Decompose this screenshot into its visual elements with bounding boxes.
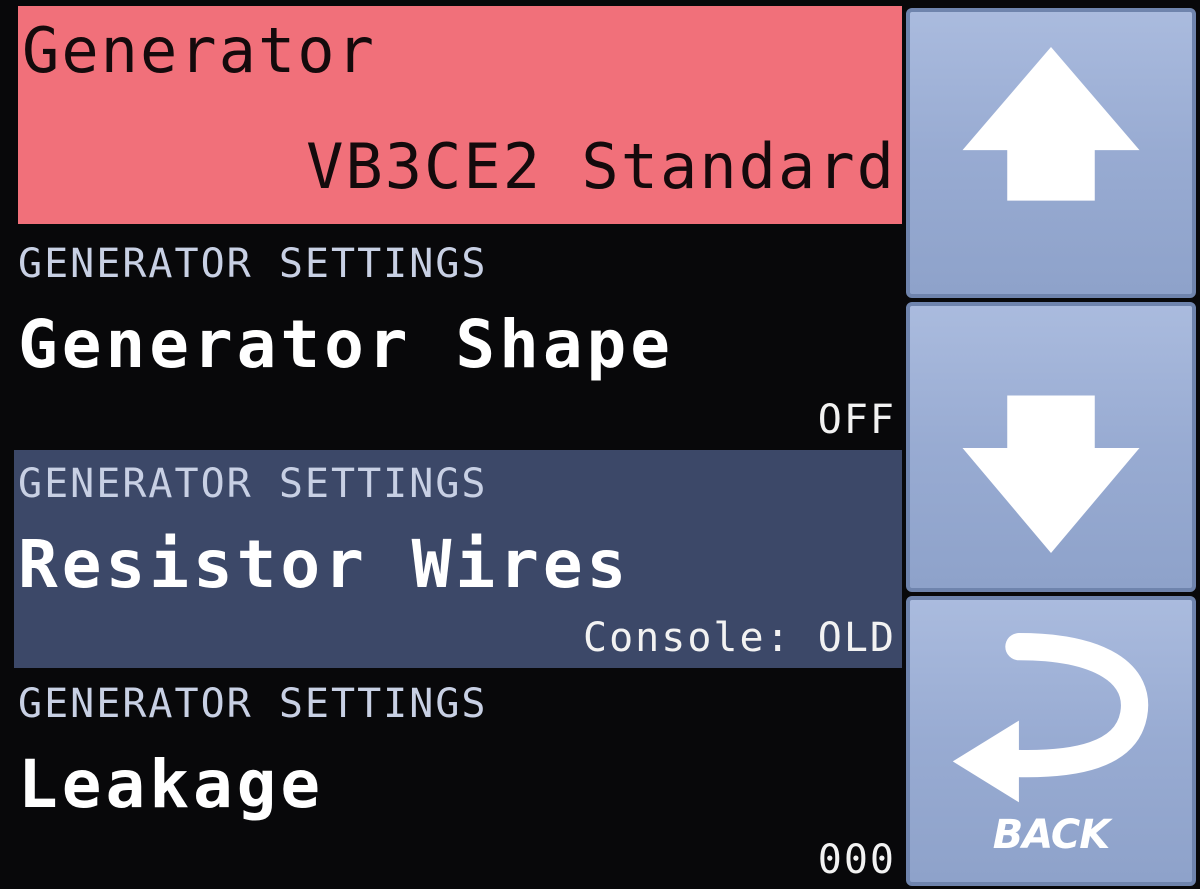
setting-value: OFF bbox=[817, 397, 896, 443]
setting-category: GENERATOR SETTINGS bbox=[18, 461, 488, 507]
setting-name: Generator Shape bbox=[18, 306, 675, 383]
header-title: Generator bbox=[22, 14, 376, 87]
setting-row-leakage[interactable]: GENERATOR SETTINGS Leakage 000 bbox=[14, 670, 902, 888]
generator-header[interactable]: Generator VB3CE2 Standard bbox=[18, 6, 902, 224]
setting-name: Leakage bbox=[18, 746, 325, 823]
setting-value: 000 bbox=[817, 837, 896, 883]
arrow-up-icon bbox=[962, 47, 1140, 201]
setting-value: Console: OLD bbox=[583, 615, 896, 661]
arrow-down-icon bbox=[962, 395, 1140, 553]
setting-row-generator-shape[interactable]: GENERATOR SETTINGS Generator Shape OFF bbox=[14, 230, 902, 448]
scroll-up-button[interactable] bbox=[906, 8, 1196, 298]
back-button[interactable]: BACK bbox=[906, 596, 1196, 886]
setting-row-resistor-wires[interactable]: GENERATOR SETTINGS Resistor Wires Consol… bbox=[14, 450, 902, 668]
device-screen: Generator VB3CE2 Standard GENERATOR SETT… bbox=[0, 0, 1200, 889]
setting-name: Resistor Wires bbox=[18, 526, 631, 603]
scroll-down-button[interactable] bbox=[906, 302, 1196, 592]
setting-category: GENERATOR SETTINGS bbox=[18, 241, 488, 287]
header-value: VB3CE2 Standard bbox=[306, 130, 896, 203]
setting-category: GENERATOR SETTINGS bbox=[18, 681, 488, 727]
back-label: BACK bbox=[992, 812, 1111, 858]
